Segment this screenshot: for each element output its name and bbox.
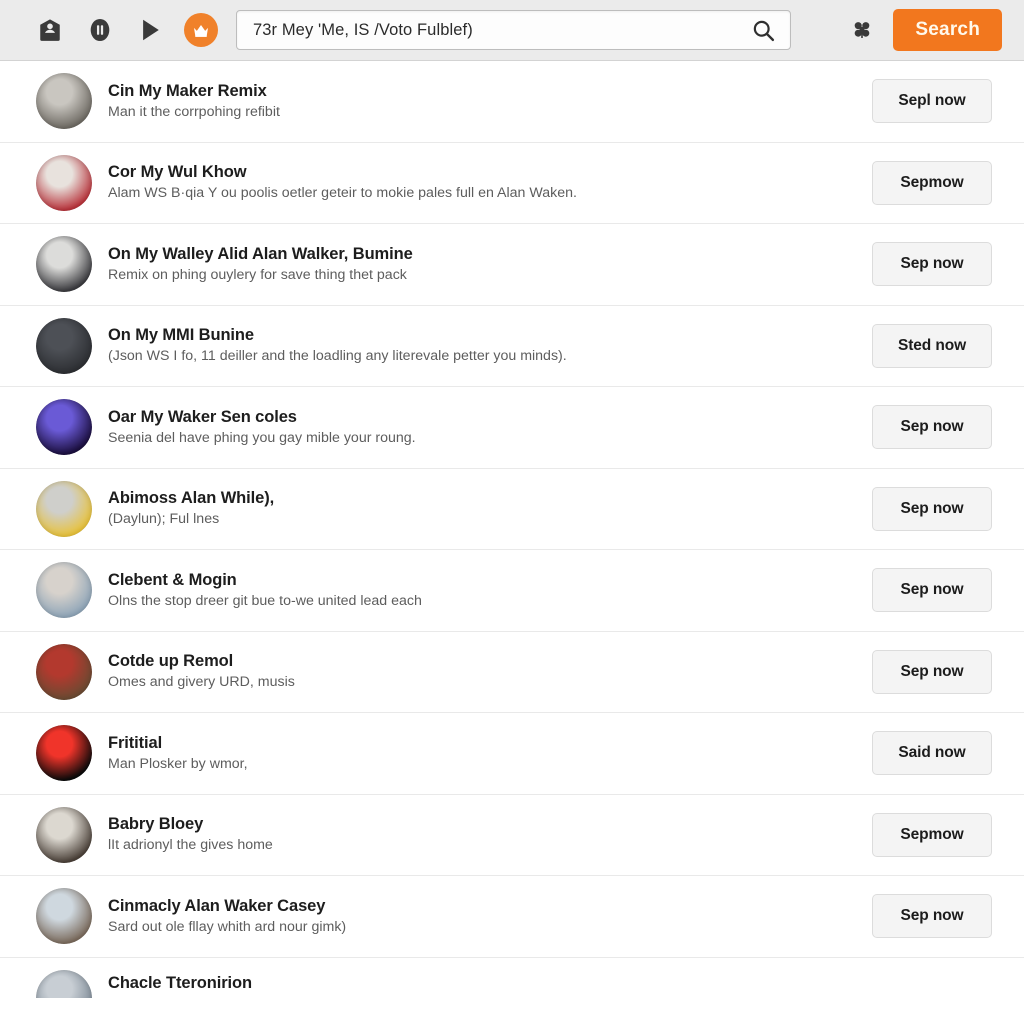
list-item-subtitle: (Daylun); Ful lnes bbox=[108, 511, 220, 528]
avatar bbox=[36, 643, 92, 700]
play-icon[interactable] bbox=[130, 10, 170, 50]
avatar bbox=[36, 969, 92, 998]
list-item-title: Oar My Waker Sen coles bbox=[108, 407, 297, 426]
avatar bbox=[36, 480, 92, 537]
clover-icon[interactable] bbox=[843, 10, 881, 50]
list-item-subtitle: Omes and givery URD, musis bbox=[108, 674, 295, 691]
list-item[interactable]: Cor My Wul Khow Alam WS B·qia Y ou poolis… bbox=[0, 143, 1024, 224]
list-item-subtitle: lIt adrionyl the gives home bbox=[108, 837, 273, 854]
list-item[interactable]: Frititial Man Plosker by wmor, Said now bbox=[0, 713, 1024, 795]
list-item-title: On My Walley Alid Alan Walker, Bumine bbox=[108, 244, 413, 263]
list-item-action-button[interactable]: Sep now bbox=[872, 405, 992, 450]
list-item-title: Clebent & Mogin bbox=[108, 570, 237, 589]
list-item[interactable]: Babry Bloey lIt adrionyl the gives home Se… bbox=[0, 795, 1024, 876]
avatar bbox=[36, 73, 92, 130]
avatar bbox=[36, 154, 92, 211]
list-item-text: Oar My Waker Sen coles Seenia del have ph… bbox=[108, 408, 872, 447]
search-input[interactable] bbox=[253, 20, 752, 40]
list-item-action-button[interactable]: Sep now bbox=[872, 649, 992, 694]
list-item-action-button[interactable]: Sep now bbox=[872, 894, 992, 939]
list-item-action-button[interactable]: Sep now bbox=[872, 568, 992, 613]
avatar bbox=[36, 888, 92, 945]
inbox-person-icon[interactable] bbox=[30, 10, 70, 50]
list-item[interactable]: Chacle Tteronirion bbox=[0, 958, 1024, 998]
list-item-action-button[interactable]: Sepmow bbox=[872, 812, 992, 857]
list-item-text: Cotde up Remol Omes and givery URD, musis bbox=[108, 652, 872, 691]
list-item-title: Cin My Maker Remix bbox=[108, 81, 267, 100]
list-item-title: On My MMI Bunine bbox=[108, 326, 254, 345]
crown-badge-icon[interactable] bbox=[184, 13, 218, 47]
list-item[interactable]: On My MMI Bunine (Json WS I fo, 11 deille… bbox=[0, 306, 1024, 387]
list-item-text: Chacle Tteronirion bbox=[108, 968, 992, 993]
avatar bbox=[36, 317, 92, 374]
list-item[interactable]: Cotde up Remol Omes and givery URD, musis… bbox=[0, 632, 1024, 713]
list-item[interactable]: Cinmacly Alan Waker Casey Sard out ole fl… bbox=[0, 876, 1024, 958]
list-item-action-button[interactable]: Sepmow bbox=[872, 160, 992, 205]
avatar bbox=[36, 562, 92, 619]
avatar bbox=[36, 236, 92, 293]
list-item-title: Babry Bloey bbox=[108, 815, 204, 834]
list-item-title: Cor My Wul Khow bbox=[108, 163, 247, 182]
list-item-action-button[interactable]: Said now bbox=[872, 731, 992, 776]
list-item-text: Cinmacly Alan Waker Casey Sard out ole fl… bbox=[108, 897, 872, 936]
list-item-action-button[interactable]: Sep now bbox=[872, 242, 992, 287]
list-item-subtitle: Alam WS B·qia Y ou poolis oetler geteir … bbox=[108, 185, 577, 202]
list-item-subtitle: Remix on phing ouylery for save thing th… bbox=[108, 266, 407, 283]
list-item-title: Cotde up Remol bbox=[108, 652, 234, 671]
list-item-subtitle: Man Plosker by wmor, bbox=[108, 755, 248, 772]
list-item-text: Abimoss Alan While), (Daylun); Ful lnes bbox=[108, 489, 872, 528]
list-item-action-button[interactable]: Sepl now bbox=[872, 79, 992, 124]
list-item-title: Abimoss Alan While), bbox=[108, 489, 275, 508]
list-item-text: Cor My Wul Khow Alam WS B·qia Y ou poolis… bbox=[108, 163, 872, 202]
list-item-action-button[interactable]: Sep now bbox=[872, 486, 992, 531]
list-item-subtitle: Seenia del have phing you gay mible your… bbox=[108, 429, 416, 446]
list-item-title: Frititial bbox=[108, 733, 163, 752]
top-toolbar: Search bbox=[0, 0, 1024, 61]
list-item-title: Chacle Tteronirion bbox=[108, 973, 252, 992]
list-item-text: Clebent & Mogin Olns the stop dreer git b… bbox=[108, 571, 872, 610]
search-icon[interactable] bbox=[751, 18, 776, 43]
list-item[interactable]: Oar My Waker Sen coles Seenia del have ph… bbox=[0, 387, 1024, 469]
list-item-text: On My MMI Bunine (Json WS I fo, 11 deille… bbox=[108, 326, 872, 365]
list-item-text: On My Walley Alid Alan Walker, Bumine Rem… bbox=[108, 245, 872, 284]
list-item-text: Cin My Maker Remix Man it the corrpohing … bbox=[108, 82, 872, 121]
list-item[interactable]: On My Walley Alid Alan Walker, Bumine Rem… bbox=[0, 224, 1024, 306]
pause-circle-icon[interactable] bbox=[80, 10, 120, 50]
list-item-subtitle: Olns the stop dreer git bue to-we united… bbox=[108, 592, 422, 609]
avatar bbox=[36, 725, 92, 782]
search-box[interactable] bbox=[236, 10, 792, 50]
list-item-text: Babry Bloey lIt adrionyl the gives home bbox=[108, 815, 872, 854]
list-item[interactable]: Abimoss Alan While), (Daylun); Ful lnes Se… bbox=[0, 469, 1024, 550]
list-item[interactable]: Cin My Maker Remix Man it the corrpohing … bbox=[0, 61, 1024, 143]
list-item-subtitle: Man it the corrpohing refibit bbox=[108, 103, 280, 120]
search-button[interactable]: Search bbox=[893, 9, 1002, 51]
list-item-action-button[interactable]: Sted now bbox=[872, 323, 992, 368]
list-item-subtitle: Sard out ole fllay whith ard nour gimk) bbox=[108, 918, 347, 935]
avatar bbox=[36, 399, 92, 456]
result-list: Cin My Maker Remix Man it the corrpohing … bbox=[0, 61, 1024, 998]
list-item[interactable]: Clebent & Mogin Olns the stop dreer git b… bbox=[0, 550, 1024, 632]
list-item-title: Cinmacly Alan Waker Casey bbox=[108, 896, 326, 915]
list-item-subtitle: (Json WS I fo, 11 deiller and the loadli… bbox=[108, 348, 567, 365]
list-item-text: Frititial Man Plosker by wmor, bbox=[108, 734, 872, 773]
avatar bbox=[36, 806, 92, 863]
